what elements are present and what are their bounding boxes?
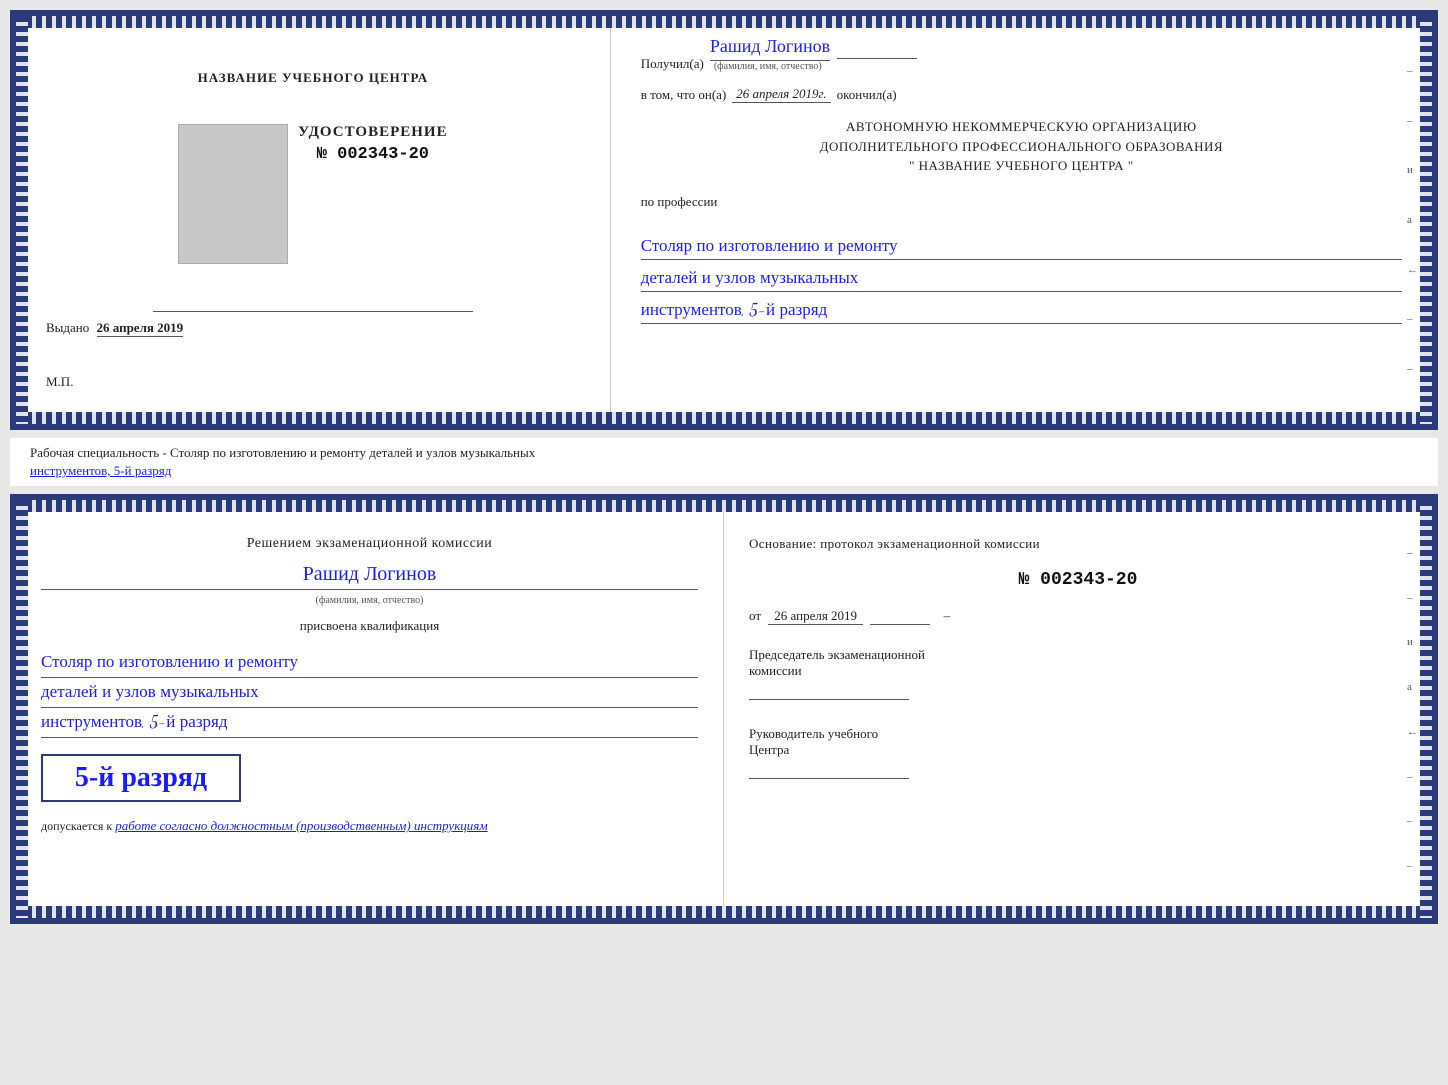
udostoverenie-number: № 002343-20 <box>298 145 448 164</box>
prof-line1: Столяр по изготовлению и ремонту <box>641 232 1402 260</box>
razryad-box-container: 5-й разряд <box>41 748 698 802</box>
vydano-line: Выдано 26 апреля 2019 <box>46 320 580 336</box>
document-container: НАЗВАНИЕ УЧЕБНОГО ЦЕНТРА УДОСТОВЕРЕНИЕ №… <box>10 10 1438 924</box>
org-quote: " НАЗВАНИЕ УЧЕБНОГО ЦЕНТРА " <box>641 156 1402 176</box>
rukovoditel-line2: Центра <box>749 742 1407 758</box>
top-profession-block: Столяр по изготовлению и ремонту деталей… <box>641 228 1402 325</box>
ot-date-line: от 26 апреля 2019 – <box>749 608 1407 625</box>
right-border-strips <box>1420 16 1432 424</box>
recipient-name: Рашид Логинов <box>710 36 830 61</box>
qual-line1: Столяр по изготовлению и ремонту <box>41 648 698 678</box>
org-line1: АВТОНОМНУЮ НЕКОММЕРЧЕСКУЮ ОРГАНИЗАЦИЮ <box>641 117 1402 137</box>
resheniem-title: Решением экзаменационной комиссии <box>41 536 698 552</box>
top-doc-left-panel: НАЗВАНИЕ УЧЕБНОГО ЦЕНТРА УДОСТОВЕРЕНИЕ №… <box>16 16 611 424</box>
rukovoditel-block: Руководитель учебного Центра <box>749 726 1407 779</box>
vydano-label: Выдано <box>46 320 89 335</box>
udostoverenie-block: УДОСТОВЕРЕНИЕ № 002343-20 <box>298 124 448 164</box>
middle-label-underline: инструментов, 5-й разряд <box>30 463 171 478</box>
bottom-name-block: Рашид Логинов (фамилия, имя, отчество) <box>41 562 698 608</box>
bottom-left-border <box>16 500 28 918</box>
rukovoditel-line1: Руководитель учебного <box>749 726 1407 742</box>
bottom-right-border <box>1420 500 1432 918</box>
left-border-strips <box>16 16 28 424</box>
fio-label: (фамилия, имя, отчество) <box>714 61 922 72</box>
qual-line2: деталей и узлов музыкальных <box>41 678 698 708</box>
rukovoditel-sign-line <box>749 778 909 779</box>
photo-placeholder <box>178 124 288 264</box>
bottom-bottom-border <box>16 906 1432 918</box>
predsedatel-line2: комиссии <box>749 663 1407 679</box>
top-left-center-title: НАЗВАНИЕ УЧЕБНОГО ЦЕНТРА <box>198 70 429 86</box>
predsedatel-line1: Председатель экзаменационной <box>749 647 1407 663</box>
dash-after-name <box>837 58 917 59</box>
bottom-doc-left: Решением экзаменационной комиссии Рашид … <box>16 500 724 918</box>
prof-line2: деталей и узлов музыкальных <box>641 264 1402 292</box>
dopuskaetsya-prefix: допускается к <box>41 819 112 833</box>
razryad-box: 5-й разряд <box>41 754 241 802</box>
predsedatel-sign-line <box>749 699 909 700</box>
bottom-recipient-name: Рашид Логинов <box>41 562 698 590</box>
mp-label: М.П. <box>46 374 73 390</box>
bottom-fio-label: (фамилия, имя, отчество) <box>316 595 424 606</box>
bottom-qualification-block: Столяр по изготовлению и ремонту деталей… <box>41 648 698 738</box>
vtom-prefix: в том, что он(а) <box>641 87 727 103</box>
date-line: в том, что он(а) 26 апреля 2019г. окончи… <box>641 86 1402 103</box>
prof-line3: инструментов, 5-й разряд <box>641 296 1402 324</box>
ot-label: от <box>749 608 761 623</box>
top-doc-right-panel: Получил(а) Рашид Логинов (фамилия, имя, … <box>611 16 1432 424</box>
org-line2: ДОПОЛНИТЕЛЬНОГО ПРОФЕССИОНАЛЬНОГО ОБРАЗО… <box>641 137 1402 157</box>
udostoverenie-title: УДОСТОВЕРЕНИЕ <box>298 124 448 141</box>
po-professii: по профессии <box>641 194 1402 210</box>
prisvoena-label: присвоена квалификация <box>41 618 698 634</box>
protocol-number: № 002343-20 <box>749 570 1407 590</box>
predsedatel-block: Председатель экзаменационной комиссии <box>749 647 1407 700</box>
dopuskaetsya-text: работе согласно должностным (производств… <box>115 818 487 833</box>
ot-date: 26 апреля 2019 <box>768 608 863 625</box>
date-value: 26 апреля 2019г. <box>732 86 830 103</box>
bottom-doc-right: Основание: протокол экзаменационной коми… <box>724 500 1432 918</box>
top-document: НАЗВАНИЕ УЧЕБНОГО ЦЕНТРА УДОСТОВЕРЕНИЕ №… <box>10 10 1438 430</box>
org-block: АВТОНОМНУЮ НЕКОММЕРЧЕСКУЮ ОРГАНИЗАЦИЮ ДО… <box>641 117 1402 176</box>
qual-line3: инструментов, 5-й разряд <box>41 708 698 738</box>
middle-label-text: Рабочая специальность - Столяр по изгото… <box>30 445 535 460</box>
dopuskaetsya-line: допускается к работе согласно должностны… <box>41 818 698 834</box>
poluchil-label: Получил(а) <box>641 56 704 72</box>
bottom-document: Решением экзаменационной комиссии Рашид … <box>10 494 1438 924</box>
vydano-date: 26 апреля 2019 <box>97 320 184 337</box>
osnov-title: Основание: протокол экзаменационной коми… <box>749 536 1407 552</box>
okonchil-label: окончил(а) <box>837 87 897 103</box>
recipient-line: Получил(а) Рашид Логинов (фамилия, имя, … <box>641 36 1402 72</box>
bottom-top-border <box>16 500 1432 512</box>
middle-label: Рабочая специальность - Столяр по изгото… <box>10 438 1438 486</box>
